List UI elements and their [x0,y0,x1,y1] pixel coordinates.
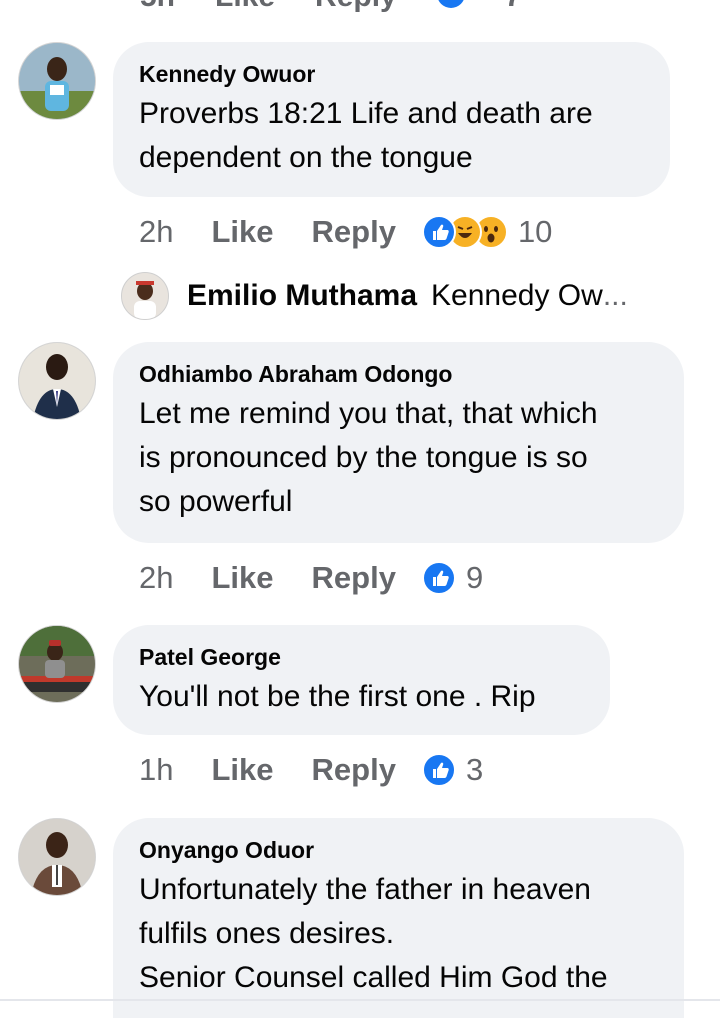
comment-actions: 1h Like Reply 3 [139,750,483,790]
comment-bubble: Patel George You'll not be the first one… [113,625,610,735]
like-icon [421,561,456,595]
comment-author[interactable]: Odhiambo Abraham Odongo [139,360,658,388]
reaction-count: 9 [465,560,484,595]
comment-text-line: Senior Counsel called Him God the [139,961,608,994]
like-button[interactable]: Like [211,752,273,788]
comment-time[interactable]: 2h [139,560,173,596]
previous-comment-reply-button[interactable]: Reply [315,0,397,14]
reply-text: Kennedy Ow [431,279,603,312]
comment-actions: 2h Like Reply 9 [139,558,483,598]
like-button[interactable]: Like [211,214,273,250]
comment-author[interactable]: Kennedy Owuor [139,60,644,88]
reactions-summary[interactable] [421,215,508,249]
avatar-photo-icon [122,273,168,319]
like-icon [436,0,465,8]
reply-ellipsis: ... [602,279,628,312]
avatar[interactable] [18,42,96,120]
reply-preview[interactable]: Emilio Muthama Kennedy Ow ... [121,272,628,320]
avatar[interactable] [18,342,96,420]
reaction-count: 10 [517,214,553,249]
comment-bubble: Odhiambo Abraham Odongo Let me remind yo… [113,342,684,543]
comment-time[interactable]: 1h [139,752,173,788]
comment-text-line: Unfortunately the father in heaven [139,873,591,906]
previous-comment-actions: 5h Like Reply 7 [0,0,720,14]
like-button[interactable]: Like [211,560,273,596]
reactions-summary[interactable] [421,561,456,595]
comment-author[interactable]: Patel George [139,643,584,671]
avatar-photo-icon [19,343,95,419]
reply-button[interactable]: Reply [312,752,396,788]
comment-text-line: is pronounced by the tongue is so [139,441,588,474]
like-icon [421,215,456,249]
comment-author[interactable]: Onyango Oduor [139,836,658,864]
comment-text-line: Let me remind you that, that which [139,397,598,430]
reply-button[interactable]: Reply [312,214,396,250]
comment-time[interactable]: 2h [139,214,173,250]
avatar-photo-icon [19,626,95,702]
previous-comment-time: 5h [140,0,175,14]
comment-actions: 2h Like Reply 10 [139,212,552,252]
reply-button[interactable]: Reply [312,560,396,596]
comment-bubble: Kennedy Owuor Proverbs 18:21 Life and de… [113,42,670,197]
reaction-count: 3 [465,752,484,787]
avatar-photo-icon [19,43,95,119]
avatar[interactable] [18,625,96,703]
comment-text-line: dependent on the tongue [139,141,473,174]
previous-comment-like-button[interactable]: Like [215,0,275,14]
reactions-summary[interactable] [421,753,456,787]
comment-bubble: Onyango Oduor Unfortunately the father i… [113,818,684,1018]
previous-comment-reaction-count: 7 [505,0,522,14]
avatar [121,272,169,320]
comment-text-line: so powerful [139,485,293,518]
reply-author[interactable]: Emilio Muthama [187,279,417,313]
avatar[interactable] [18,818,96,896]
comment-text-line: Proverbs 18:21 Life and death are [139,97,593,130]
comment-text-line: You'll not be the first one . Rip [139,680,536,713]
avatar-photo-icon [19,819,95,895]
comment-text-line: fulfils ones desires. [139,917,395,950]
like-icon [421,753,456,787]
